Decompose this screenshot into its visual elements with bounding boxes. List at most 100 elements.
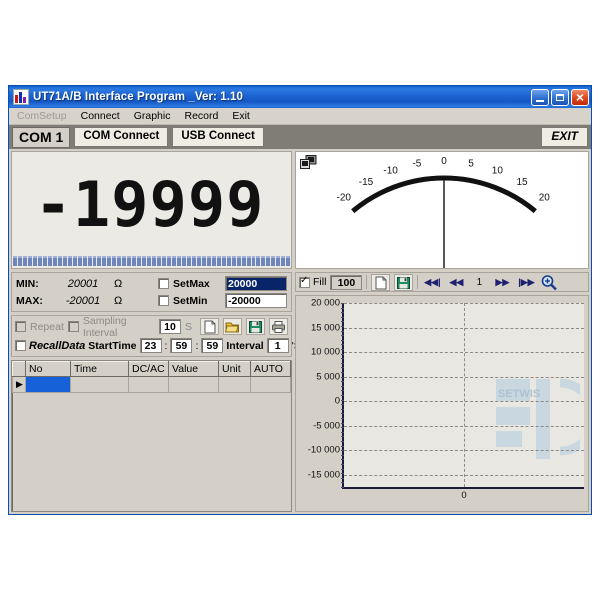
bargraph-segment xyxy=(33,256,37,266)
chart-inner: SETWIS 20 00015 00010 0005 0000-5 000-10… xyxy=(296,296,588,511)
bargraph-segment xyxy=(172,256,176,266)
bargraph-segment xyxy=(276,256,280,266)
menu-bar: ComSetup Connect Graphic Record Exit xyxy=(9,108,591,125)
setmax-checkbox[interactable] xyxy=(158,278,169,289)
starttime-seconds-input[interactable]: 59 xyxy=(201,338,223,353)
recall-interval-label: Interval xyxy=(226,340,263,352)
application-window: UT71A/B Interface Program _Ver: 1.10 Com… xyxy=(8,85,592,515)
bargraph-segment xyxy=(73,256,77,266)
gauge-tick-label: 15 xyxy=(516,177,528,188)
bargraph-segment xyxy=(207,256,211,266)
gauge-tick-label: -15 xyxy=(359,177,374,188)
usb-connect-button[interactable]: USB Connect xyxy=(172,127,263,147)
minimize-button[interactable] xyxy=(531,89,549,106)
gauge-tick-label: 5 xyxy=(468,158,474,169)
bargraph-segment xyxy=(162,256,166,266)
bargraph-segment xyxy=(63,256,67,266)
cell-unit[interactable] xyxy=(219,377,251,393)
points-input[interactable]: 100 xyxy=(330,275,362,290)
starttime-label: StartTime xyxy=(88,340,136,352)
bargraph-segment xyxy=(93,256,97,266)
max-unit: Ω xyxy=(114,295,122,307)
cell-value[interactable] xyxy=(169,377,219,393)
com-port-label[interactable]: COM 1 xyxy=(12,127,70,148)
sampling-interval-checkbox[interactable] xyxy=(68,321,79,332)
lcd-value: -19999 xyxy=(12,166,287,244)
menu-item-exit[interactable]: Exit xyxy=(227,108,259,124)
zoom-in-icon[interactable] xyxy=(540,274,558,291)
print-icon[interactable] xyxy=(269,318,288,335)
setmin-checkbox[interactable] xyxy=(158,295,169,306)
title-bar: UT71A/B Interface Program _Ver: 1.10 xyxy=(9,86,591,108)
table-row[interactable]: ▶ xyxy=(13,377,291,393)
nav-next-button[interactable]: ▶▶ xyxy=(492,273,512,291)
chart-new-icon[interactable] xyxy=(371,274,390,291)
time-separator-2: : xyxy=(195,340,198,352)
bargraph-segment xyxy=(177,256,181,266)
maximize-button[interactable] xyxy=(551,89,569,106)
cell-dcac[interactable] xyxy=(129,377,169,393)
window-title: UT71A/B Interface Program _Ver: 1.10 xyxy=(33,91,531,103)
cell-no[interactable] xyxy=(26,377,71,393)
bargraph-segment xyxy=(107,256,111,266)
repeat-checkbox[interactable] xyxy=(15,321,26,332)
setmin-row: SetMin -20000 xyxy=(158,292,287,309)
chart-plot-area: SETWIS 20 00015 00010 0005 0000-5 000-10… xyxy=(342,303,584,489)
open-folder-icon[interactable] xyxy=(223,318,242,335)
y-axis-tick-label: 10 000 xyxy=(311,347,340,358)
cell-auto[interactable] xyxy=(251,377,291,393)
setmin-input[interactable]: -20000 xyxy=(225,293,287,308)
column-header-unit[interactable]: Unit xyxy=(219,362,251,377)
fill-checkbox[interactable] xyxy=(299,277,310,288)
recalldata-label: RecallData xyxy=(29,340,85,352)
app-icon xyxy=(13,89,29,105)
nav-first-button[interactable]: ◀◀| xyxy=(422,273,442,291)
svg-text:SETWIS: SETWIS xyxy=(498,388,540,400)
sampling-interval-input[interactable]: 10 xyxy=(159,319,181,334)
nav-last-button[interactable]: |▶▶ xyxy=(516,273,536,291)
starttime-minutes-input[interactable]: 59 xyxy=(170,338,192,353)
y-axis-tick-label: 15 000 xyxy=(311,322,340,333)
bargraph-segment xyxy=(48,256,52,266)
minmax-readouts: MIN: 20001 Ω MAX: -20001 Ω xyxy=(16,275,158,309)
setmax-input[interactable]: 20000 xyxy=(225,276,287,291)
chart-save-disk-icon[interactable] xyxy=(394,274,413,291)
nav-prev-button[interactable]: ◀◀ xyxy=(446,273,466,291)
menu-item-connect[interactable]: Connect xyxy=(76,108,129,124)
bargraph-segment xyxy=(187,256,191,266)
column-header-no[interactable]: No xyxy=(26,362,71,377)
setlimits-group: SetMax 20000 SetMin -20000 xyxy=(158,275,287,309)
column-header-auto[interactable]: AUTO xyxy=(251,362,291,377)
fill-label: Fill xyxy=(313,276,326,288)
fill-group: Fill xyxy=(299,276,326,288)
column-header-value[interactable]: Value xyxy=(169,362,219,377)
y-axis-tick-label: 0 xyxy=(335,396,340,407)
bargraph-segment xyxy=(232,256,236,266)
recalldata-checkbox[interactable] xyxy=(15,340,26,351)
data-grid-panel[interactable]: No Time DC/AC Value Unit AUTO ▶ xyxy=(11,360,292,512)
right-column: -20-15-10-505101520 Fill 100 xyxy=(295,151,589,512)
menu-item-graphic[interactable]: Graphic xyxy=(129,108,180,124)
bargraph-segment xyxy=(102,256,106,266)
recall-interval-input[interactable]: 1 xyxy=(267,338,289,353)
window-body: -19999 MIN: 20001 Ω MAX: -20001 xyxy=(9,149,591,514)
grid-corner xyxy=(13,362,26,377)
exit-button[interactable]: EXIT xyxy=(541,127,588,147)
column-header-dcac[interactable]: DC/AC xyxy=(129,362,169,377)
y-axis-minor-ticks xyxy=(341,303,344,487)
save-disk-icon[interactable] xyxy=(246,318,265,335)
time-separator-1: : xyxy=(165,340,168,352)
com-connect-button[interactable]: COM Connect xyxy=(74,127,168,147)
close-button[interactable] xyxy=(571,89,589,106)
new-file-icon[interactable] xyxy=(200,318,219,335)
starttime-hours-input[interactable]: 23 xyxy=(140,338,162,353)
cell-time[interactable] xyxy=(71,377,129,393)
column-header-time[interactable]: Time xyxy=(71,362,129,377)
menu-item-comsetup[interactable]: ComSetup xyxy=(12,108,76,124)
data-grid: No Time DC/AC Value Unit AUTO ▶ xyxy=(12,361,291,393)
gauge-tick-label: 20 xyxy=(539,192,551,203)
chart-panel[interactable]: SETWIS 20 00015 00010 0005 0000-5 000-10… xyxy=(295,295,589,512)
menu-item-record[interactable]: Record xyxy=(179,108,227,124)
min-value: 20001 xyxy=(52,278,114,290)
bargraph-segment xyxy=(28,256,32,266)
